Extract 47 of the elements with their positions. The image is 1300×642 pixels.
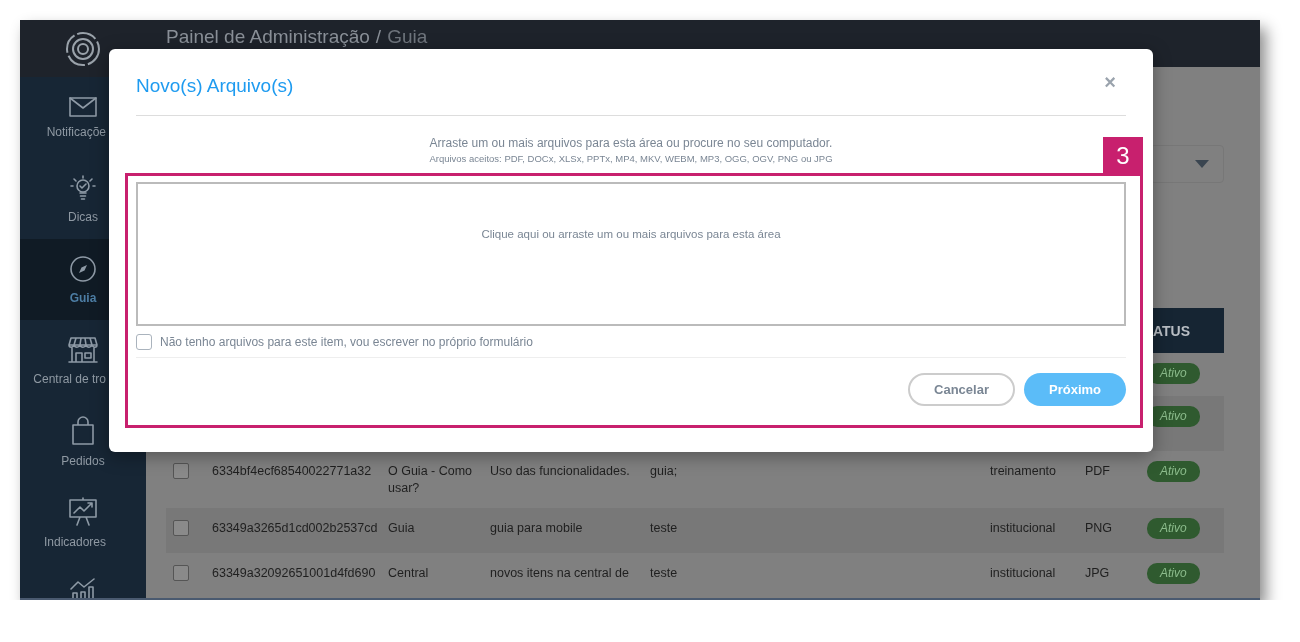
status-badge: Ativo [1147, 563, 1200, 584]
instructions-text: Arraste um ou mais arquivos para esta área ou procure no seu computador. [428, 136, 834, 150]
table-cell: treinamento [990, 464, 1056, 478]
presentation-chart-icon [68, 496, 98, 527]
page-title: Painel de Administração [166, 26, 370, 47]
table-cell: Central [388, 566, 429, 580]
status-badge: Ativo [1147, 461, 1200, 482]
checkbox-label: Não tenho arquivos para este item, vou escrever no próprio formulário [160, 335, 533, 349]
table-cell: Uso das funcionalidades. [490, 464, 630, 478]
table-cell: novos itens na central de [490, 566, 629, 580]
line-chart-icon [69, 577, 97, 598]
row-checkbox[interactable] [173, 565, 189, 581]
table-cell: JPG [1085, 566, 1110, 580]
breadcrumb[interactable]: Guia [387, 26, 428, 47]
sidebar-item[interactable]: Indicadores [20, 482, 146, 563]
table-cell: 6334bf4ecf68540022771a32 [212, 464, 372, 478]
accepted-formats-text: Arquivos aceitos: PDF, DOCx, XLSx, PPTx, MP4, MKV, WEBM, MP3, OGG, OGV, PNG ou JPG [428, 153, 834, 164]
table-cell: PNG [1085, 521, 1113, 535]
dropdown[interactable] [1150, 145, 1224, 183]
cancel-button[interactable]: Cancelar [908, 373, 1015, 406]
drop-zone[interactable]: Clique aqui ou arraste um ou mais arquivos para esta área [136, 182, 1126, 326]
table-cell: 63349a3265d1cd002b2537cd [212, 521, 378, 535]
lightbulb-icon [69, 173, 97, 202]
step-number: 3 [1103, 137, 1143, 175]
status-badge: Ativo [1147, 518, 1200, 539]
caret-icon [1195, 160, 1209, 168]
mail-icon [69, 96, 97, 117]
checkbox[interactable] [136, 334, 152, 350]
table-cell: teste [650, 566, 678, 580]
dialog-title: Novo(s) Arquivo(s) [136, 75, 294, 97]
sidebar-item[interactable]: Pedidos [20, 401, 146, 482]
storefront-icon [68, 335, 98, 364]
table-cell: institucional [990, 566, 1056, 580]
table-cell: institucional [990, 521, 1056, 535]
table-cell: teste [650, 521, 678, 535]
logo-icon [65, 30, 101, 67]
row-checkbox[interactable] [173, 520, 189, 536]
breadcrumb-separator: / [375, 26, 382, 47]
shopping-bag-icon [71, 415, 95, 446]
table-cell: O Guia - Como usar? [388, 464, 473, 495]
row-checkbox[interactable] [173, 463, 189, 479]
table-cell: 63349a32092651001d4fd690 [212, 566, 376, 580]
table-cell: Guia [388, 521, 415, 535]
table-cell: PDF [1085, 464, 1110, 478]
table-cell: guia; [650, 464, 678, 478]
table-cell: guia para mobile [490, 521, 583, 535]
compass-icon [69, 254, 97, 283]
